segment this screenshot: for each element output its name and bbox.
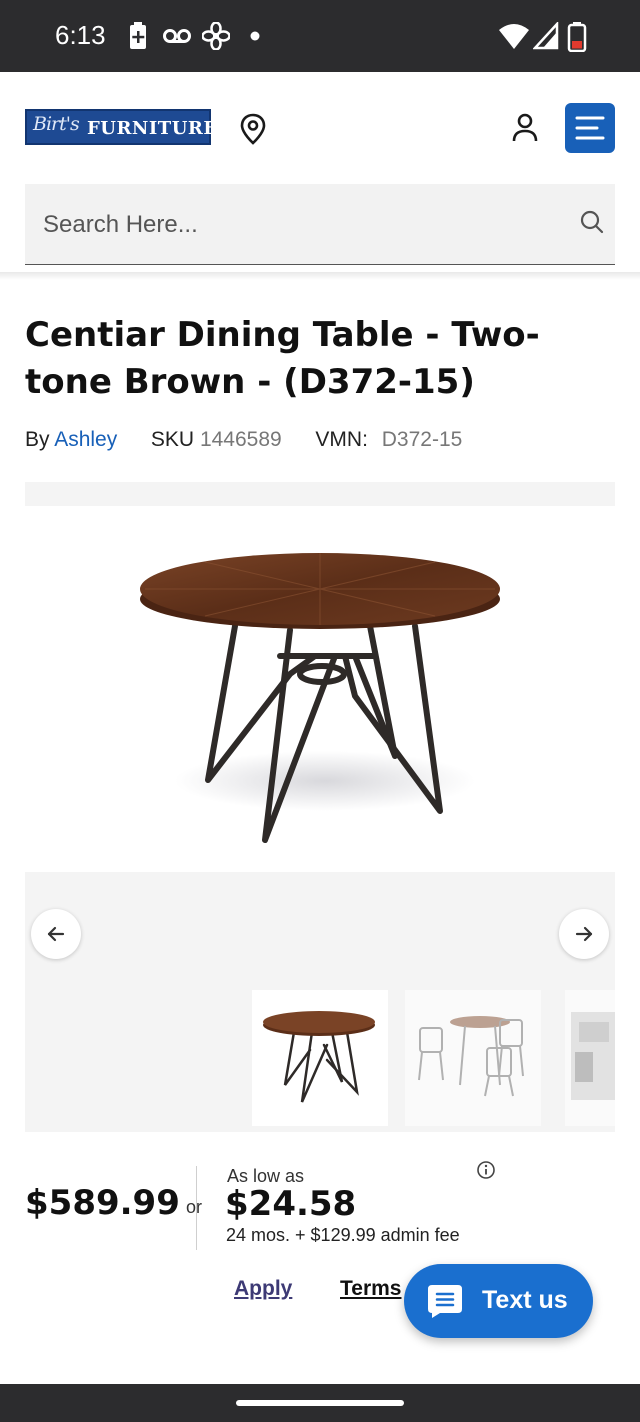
search-input[interactable] — [43, 208, 543, 242]
store-logo[interactable]: Birt's FURNITURE — [25, 109, 217, 145]
fan-icon — [202, 22, 230, 50]
thumbnail-dining-set-image — [418, 1016, 524, 1097]
price-divider — [196, 1166, 197, 1250]
chat-bubble-icon — [428, 1285, 462, 1318]
system-nav-bar — [0, 1384, 640, 1422]
logo-script-text: Birt's — [33, 113, 80, 135]
terms-link[interactable]: Terms — [340, 1277, 401, 1301]
product-gallery — [25, 482, 615, 1132]
search-bar — [25, 184, 615, 265]
status-bar: 6:13 — [0, 0, 640, 72]
logo-word-text: FURNITURE — [87, 118, 218, 139]
finance-terms: 24 mos. + $129.99 admin fee — [226, 1225, 460, 1245]
voicemail-icon — [163, 29, 191, 43]
vmn-value: D372-15 — [381, 428, 463, 451]
thumbnail-room-scene[interactable] — [565, 990, 615, 1126]
thumbnail-room-scene-image — [571, 1012, 615, 1100]
or-separator: or — [186, 1197, 203, 1217]
thumbnail-table-image — [263, 1011, 375, 1103]
status-time: 6:13 — [55, 20, 106, 50]
location-pin-icon[interactable] — [238, 112, 268, 146]
apply-link[interactable]: Apply — [234, 1277, 292, 1301]
thumbnail-table[interactable] — [252, 990, 388, 1126]
product-price: $589.99 — [25, 1183, 180, 1223]
gallery-next-button[interactable] — [559, 909, 609, 959]
home-gesture-bar[interactable] — [236, 1400, 404, 1406]
monthly-price: $24.58 — [225, 1184, 357, 1224]
sku-value: 1446589 — [199, 428, 282, 451]
text-us-label: Text us — [482, 1286, 568, 1314]
signal-icon — [533, 22, 559, 50]
product-title: Centiar Dining Table - Two-tone Brown - … — [25, 315, 540, 402]
by-label: By — [25, 428, 50, 451]
text-us-button[interactable]: Text us — [404, 1264, 593, 1338]
gallery-prev-button[interactable] — [31, 909, 81, 959]
menu-icon — [575, 116, 605, 140]
product-meta: By Ashley SKU 1446589 VMN: D372-15 — [25, 428, 462, 452]
search-icon[interactable] — [579, 209, 605, 235]
battery-icon — [567, 22, 587, 52]
battery-saver-icon — [130, 22, 146, 49]
site-header: Birt's FURNITURE — [0, 72, 640, 184]
vmn-label: VMN: — [315, 428, 368, 451]
dining-table-image — [140, 553, 500, 843]
arrow-left-icon — [47, 926, 65, 942]
menu-button[interactable] — [565, 103, 615, 153]
arrow-right-icon — [575, 926, 593, 942]
sku-label: SKU — [150, 428, 195, 451]
brand-link[interactable]: Ashley — [54, 428, 117, 451]
header-shadow — [0, 272, 640, 280]
info-icon[interactable] — [476, 1160, 496, 1180]
account-icon[interactable] — [510, 112, 540, 144]
wifi-icon — [499, 24, 529, 49]
main-product-image[interactable] — [25, 506, 615, 872]
thumbnail-dining-set[interactable] — [405, 990, 541, 1126]
dot-icon — [250, 31, 260, 41]
